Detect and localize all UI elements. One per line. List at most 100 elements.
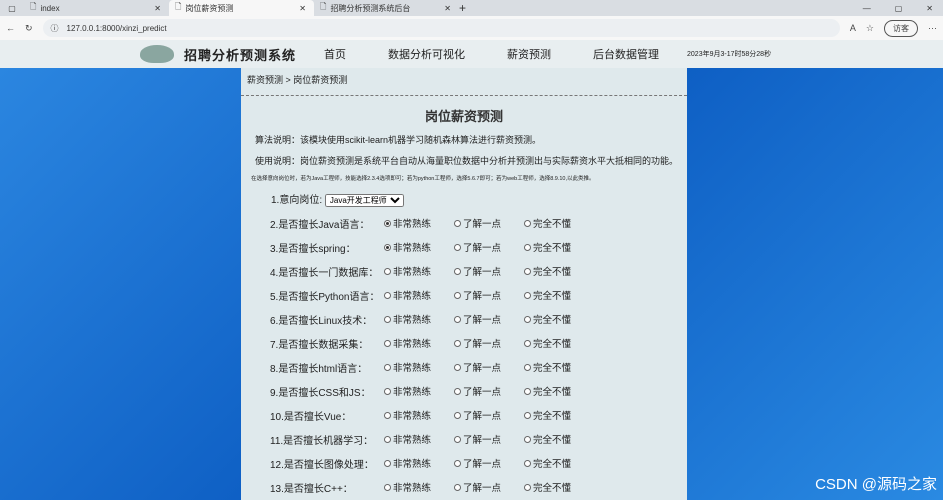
radio-button[interactable]: [454, 243, 461, 251]
close-icon[interactable]: ✕: [154, 4, 161, 13]
radio-button[interactable]: [454, 459, 461, 467]
radio-button[interactable]: [384, 291, 391, 299]
radio-option[interactable]: 完全不懂: [524, 480, 594, 494]
radio-option[interactable]: 了解一点: [454, 216, 524, 230]
radio-button[interactable]: [384, 459, 391, 467]
tab-actions-icon[interactable]: ▢: [0, 4, 24, 13]
radio-button[interactable]: [384, 267, 391, 275]
radio-option[interactable]: 了解一点: [454, 240, 524, 254]
radio-option[interactable]: 了解一点: [454, 312, 524, 326]
profile-button[interactable]: 访客: [884, 19, 918, 37]
radio-option[interactable]: 了解一点: [454, 384, 524, 398]
radio-button[interactable]: [384, 435, 391, 443]
radio-button[interactable]: [384, 219, 391, 227]
radio-button[interactable]: [524, 411, 531, 419]
tab-bar: ▢ 🗋 index ✕ 🗋 岗位薪资预测 ✕ 🗋 招聘分析预测系统后台 ✕ + — ▢ ✕: [0, 0, 943, 16]
question-label: 5.是否擅长Python语言：: [270, 291, 380, 303]
tab-admin[interactable]: 🗋 招聘分析预测系统后台 ✕: [314, 0, 459, 16]
favorites-icon[interactable]: ☆: [866, 23, 874, 34]
radio-button[interactable]: [454, 291, 461, 299]
new-tab-icon[interactable]: +: [459, 1, 466, 15]
radio-option[interactable]: 非常熟练: [384, 240, 454, 254]
question-row: 2.是否擅长Java语言： 非常熟练 了解一点 完全不懂: [241, 211, 687, 235]
radio-button[interactable]: [524, 291, 531, 299]
radio-button[interactable]: [384, 315, 391, 323]
radio-button[interactable]: [524, 483, 531, 491]
radio-button[interactable]: [384, 243, 391, 251]
radio-option[interactable]: 完全不懂: [524, 216, 594, 230]
tab-salary-predict[interactable]: 🗋 岗位薪资预测 ✕: [169, 0, 314, 16]
nav-home[interactable]: 首页: [324, 46, 346, 62]
radio-option[interactable]: 了解一点: [454, 408, 524, 422]
tab-index[interactable]: 🗋 index ✕: [24, 0, 169, 16]
question-row: 3.是否擅长spring： 非常熟练 了解一点 完全不懂: [241, 235, 687, 259]
radio-button[interactable]: [454, 435, 461, 443]
nav-salary-predict[interactable]: 薪资预测: [507, 46, 551, 62]
more-icon[interactable]: ···: [928, 23, 937, 33]
radio-button[interactable]: [384, 339, 391, 347]
radio-option[interactable]: 完全不懂: [524, 408, 594, 422]
radio-option[interactable]: 非常熟练: [384, 408, 454, 422]
radio-option[interactable]: 完全不懂: [524, 384, 594, 398]
radio-option[interactable]: 了解一点: [454, 456, 524, 470]
radio-button[interactable]: [454, 219, 461, 227]
radio-button[interactable]: [384, 411, 391, 419]
radio-button[interactable]: [384, 483, 391, 491]
radio-button[interactable]: [454, 315, 461, 323]
radio-option[interactable]: 了解一点: [454, 360, 524, 374]
radio-option[interactable]: 了解一点: [454, 432, 524, 446]
restore-icon[interactable]: ▢: [895, 4, 903, 13]
radio-button[interactable]: [454, 483, 461, 491]
radio-option[interactable]: 完全不懂: [524, 288, 594, 302]
radio-button[interactable]: [524, 363, 531, 371]
position-select[interactable]: Java开发工程师: [324, 194, 404, 207]
back-icon[interactable]: ←: [6, 23, 15, 33]
radio-option[interactable]: 非常熟练: [384, 216, 454, 230]
radio-button[interactable]: [454, 339, 461, 347]
radio-button[interactable]: [454, 387, 461, 395]
radio-button[interactable]: [524, 243, 531, 251]
radio-option[interactable]: 非常熟练: [384, 384, 454, 398]
radio-button[interactable]: [524, 315, 531, 323]
url-input[interactable]: ⓘ 127.0.0.1:8000/xinzi_predict: [42, 19, 840, 37]
radio-option[interactable]: 了解一点: [454, 480, 524, 494]
radio-option[interactable]: 非常熟练: [384, 312, 454, 326]
radio-option[interactable]: 完全不懂: [524, 312, 594, 326]
radio-button[interactable]: [524, 339, 531, 347]
radio-option[interactable]: 了解一点: [454, 264, 524, 278]
radio-option[interactable]: 了解一点: [454, 288, 524, 302]
page-icon: 🗋: [175, 2, 182, 11]
radio-button[interactable]: [524, 459, 531, 467]
radio-option[interactable]: 非常熟练: [384, 264, 454, 278]
radio-option[interactable]: 完全不懂: [524, 456, 594, 470]
minimize-icon[interactable]: —: [863, 4, 871, 13]
radio-option[interactable]: 非常熟练: [384, 432, 454, 446]
radio-button[interactable]: [454, 411, 461, 419]
radio-option[interactable]: 非常熟练: [384, 336, 454, 350]
radio-button[interactable]: [524, 219, 531, 227]
radio-option[interactable]: 非常熟练: [384, 288, 454, 302]
radio-option[interactable]: 完全不懂: [524, 360, 594, 374]
radio-option[interactable]: 完全不懂: [524, 264, 594, 278]
radio-button[interactable]: [454, 363, 461, 371]
radio-option[interactable]: 完全不懂: [524, 432, 594, 446]
radio-option[interactable]: 了解一点: [454, 336, 524, 350]
nav-admin[interactable]: 后台数据管理: [593, 46, 659, 62]
radio-button[interactable]: [384, 387, 391, 395]
nav-visualization[interactable]: 数据分析可视化: [388, 46, 465, 62]
radio-button[interactable]: [454, 267, 461, 275]
close-window-icon[interactable]: ✕: [926, 4, 933, 13]
refresh-icon[interactable]: ↻: [25, 23, 33, 34]
radio-option[interactable]: 完全不懂: [524, 336, 594, 350]
radio-button[interactable]: [524, 267, 531, 275]
radio-option[interactable]: 非常熟练: [384, 480, 454, 494]
radio-button[interactable]: [524, 387, 531, 395]
radio-option[interactable]: 非常熟练: [384, 456, 454, 470]
read-aloud-icon[interactable]: A: [850, 23, 856, 33]
close-icon[interactable]: ✕: [444, 4, 451, 13]
radio-button[interactable]: [384, 363, 391, 371]
radio-button[interactable]: [524, 435, 531, 443]
radio-option[interactable]: 完全不懂: [524, 240, 594, 254]
close-icon[interactable]: ✕: [299, 4, 306, 13]
radio-option[interactable]: 非常熟练: [384, 360, 454, 374]
